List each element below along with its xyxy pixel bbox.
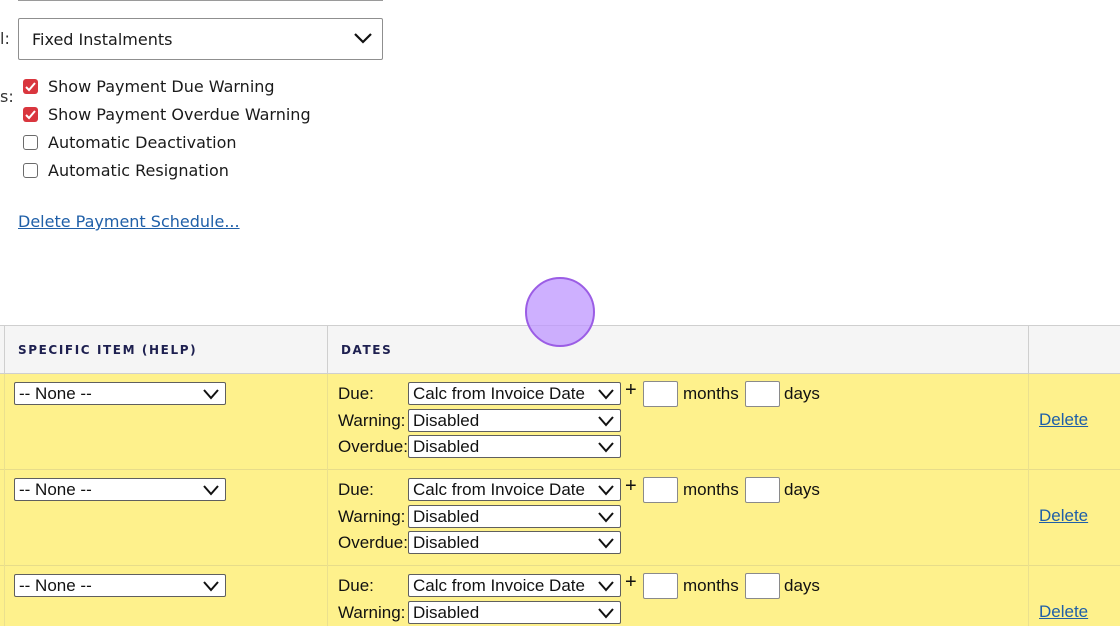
select-value: Disabled: [413, 602, 480, 622]
plus-sign: +: [625, 475, 637, 497]
method-label: l:: [0, 29, 10, 48]
select-value: Calc from Invoice Date: [413, 479, 585, 499]
select-value: Disabled: [413, 410, 480, 430]
delete-payment-schedule-link[interactable]: Delete Payment Schedule...: [18, 212, 240, 231]
header-specific-item[interactable]: SPECIFIC ITEM (HELP): [18, 326, 197, 374]
option-automatic-resignation[interactable]: Automatic Resignation: [23, 160, 229, 180]
header-dates: DATES: [341, 343, 393, 357]
column-divider: [4, 566, 5, 626]
column-divider: [4, 374, 5, 470]
warning-select[interactable]: Disabled: [408, 505, 621, 528]
row-delete-link[interactable]: Delete: [1039, 410, 1088, 430]
chevron-down-icon: [598, 485, 614, 496]
due-label: Due:: [338, 576, 374, 595]
due-select[interactable]: Calc from Invoice Date: [408, 574, 621, 597]
table-row: -- None -- Due: Calc from Invoice Date +…: [0, 566, 1120, 626]
days-input[interactable]: [745, 573, 780, 599]
overdue-select[interactable]: Disabled: [408, 435, 621, 458]
options-label: s:: [0, 87, 14, 106]
table-row: -- None -- Due: Calc from Invoice Date +…: [0, 470, 1120, 566]
warning-label: Warning:: [338, 603, 406, 622]
header-divider: [4, 326, 5, 374]
due-select[interactable]: Calc from Invoice Date: [408, 478, 621, 501]
checkbox-unchecked-icon[interactable]: [23, 162, 38, 178]
months-label: months: [683, 384, 739, 403]
select-value: Calc from Invoice Date: [413, 383, 585, 403]
chevron-down-icon: [598, 608, 614, 619]
warning-label: Warning:: [338, 411, 406, 430]
days-label: days: [784, 576, 820, 595]
column-divider: [1028, 566, 1029, 626]
option-label: Automatic Deactivation: [48, 132, 237, 152]
row-delete-link[interactable]: Delete: [1039, 602, 1088, 622]
select-value: Calc from Invoice Date: [413, 575, 585, 595]
chevron-down-icon: [203, 389, 219, 400]
chevron-down-icon: [598, 389, 614, 400]
option-show-overdue-warning[interactable]: Show Payment Overdue Warning: [23, 104, 311, 124]
warning-select[interactable]: Disabled: [408, 601, 621, 624]
top-divider: [18, 0, 383, 1]
chevron-down-icon: [598, 416, 614, 427]
row-delete-link[interactable]: Delete: [1039, 506, 1088, 526]
months-input[interactable]: [643, 381, 678, 407]
due-label: Due:: [338, 384, 374, 403]
column-divider: [1028, 374, 1029, 470]
months-input[interactable]: [643, 477, 678, 503]
select-value: Disabled: [413, 532, 480, 552]
option-automatic-deactivation[interactable]: Automatic Deactivation: [23, 132, 237, 152]
chevron-down-icon: [203, 581, 219, 592]
days-label: days: [784, 384, 820, 403]
select-value: Disabled: [413, 436, 480, 456]
option-show-due-warning[interactable]: Show Payment Due Warning: [23, 76, 275, 96]
header-divider: [327, 326, 328, 374]
instalment-method-select[interactable]: Fixed Instalments: [18, 18, 383, 60]
plus-sign: +: [625, 379, 637, 401]
overdue-label: Overdue:: [338, 533, 408, 552]
days-input[interactable]: [745, 477, 780, 503]
instalment-method-value: Fixed Instalments: [32, 29, 173, 49]
specific-item-select[interactable]: -- None --: [14, 382, 226, 405]
days-input[interactable]: [745, 381, 780, 407]
months-input[interactable]: [643, 573, 678, 599]
column-divider: [327, 470, 328, 566]
checkbox-checked-icon[interactable]: [23, 106, 38, 122]
warning-select[interactable]: Disabled: [408, 409, 621, 432]
due-label: Due:: [338, 480, 374, 499]
select-value: -- None --: [19, 383, 92, 403]
chevron-down-icon: [598, 442, 614, 453]
option-label: Automatic Resignation: [48, 160, 229, 180]
header-divider: [1028, 326, 1029, 374]
table-row: -- None -- Due: Calc from Invoice Date +…: [0, 374, 1120, 470]
checkbox-unchecked-icon[interactable]: [23, 134, 38, 150]
column-divider: [4, 470, 5, 566]
months-label: months: [683, 576, 739, 595]
option-label: Show Payment Overdue Warning: [48, 104, 311, 124]
column-divider: [1028, 470, 1029, 566]
option-label: Show Payment Due Warning: [48, 76, 275, 96]
select-value: -- None --: [19, 479, 92, 499]
overdue-label: Overdue:: [338, 437, 408, 456]
chevron-down-icon: [598, 538, 614, 549]
overdue-select[interactable]: Disabled: [408, 531, 621, 554]
plus-sign: +: [625, 571, 637, 593]
chevron-down-icon: [598, 581, 614, 592]
days-label: days: [784, 480, 820, 499]
months-label: months: [683, 480, 739, 499]
column-divider: [327, 374, 328, 470]
select-value: -- None --: [19, 575, 92, 595]
select-value: Disabled: [413, 506, 480, 526]
cursor-indicator: [525, 277, 595, 347]
checkbox-checked-icon[interactable]: [23, 78, 38, 94]
warning-label: Warning:: [338, 507, 406, 526]
due-select[interactable]: Calc from Invoice Date: [408, 382, 621, 405]
chevron-down-icon: [203, 485, 219, 496]
specific-item-select[interactable]: -- None --: [14, 478, 226, 501]
column-divider: [327, 566, 328, 626]
chevron-down-icon: [598, 512, 614, 523]
chevron-down-icon: [354, 33, 372, 44]
specific-item-select[interactable]: -- None --: [14, 574, 226, 597]
instalment-table: SPECIFIC ITEM (HELP) DATES -- None -- Du…: [0, 325, 1120, 626]
